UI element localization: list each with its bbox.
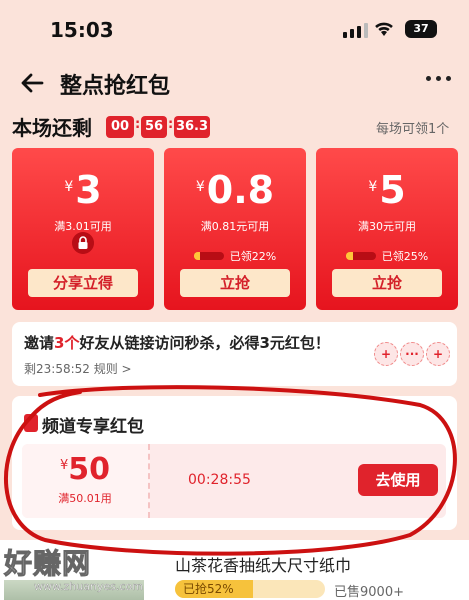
- back-arrow-icon[interactable]: [16, 66, 50, 100]
- invite-text: 邀请3个好友从链接访问秒杀，必得3元红包！: [24, 334, 330, 352]
- lock-icon: [72, 232, 94, 254]
- page-header: 整点抢红包: [0, 60, 469, 108]
- add-friend-slot[interactable]: ···: [400, 342, 424, 366]
- coupon-amount: 50: [68, 452, 111, 487]
- coupon-card-3[interactable]: ¥3 满3.01可用 分享立得: [12, 148, 154, 310]
- channel-badge-icon: [24, 414, 38, 432]
- watermark-text: 好赚网: [3, 547, 92, 581]
- coupon-timer: 00:28:55: [188, 472, 251, 488]
- use-coupon-button[interactable]: 去使用: [358, 464, 438, 496]
- grab-progress-label: 已抢52%: [183, 582, 234, 596]
- status-bar: 15:03 37: [0, 0, 469, 60]
- page-title: 整点抢红包: [60, 74, 171, 99]
- invite-avatar-slots[interactable]: + ··· +: [374, 342, 450, 366]
- session-limit-note: 每场可领1个: [376, 122, 450, 137]
- invite-timer: 剩23:58:52 规则 >: [24, 360, 132, 377]
- more-options-icon[interactable]: [426, 76, 456, 86]
- coupon-card-0-8[interactable]: ¥0.8 满0.81元可用 已领22% 立抢: [164, 148, 306, 310]
- countdown-hours: 00: [106, 116, 134, 138]
- currency-symbol: ¥: [195, 179, 205, 195]
- grab-button[interactable]: 立抢: [180, 269, 290, 297]
- channel-exclusive-panel: 频道专享红包 ¥50 满50.01用 00:28:55 去使用: [12, 396, 457, 530]
- invite-count: 3个: [54, 334, 80, 352]
- wifi-icon: [375, 22, 393, 36]
- claimed-label: 已领22%: [229, 250, 277, 263]
- status-time: 15:03: [50, 18, 114, 42]
- claimed-progress: 已领22%: [164, 248, 306, 264]
- invite-friends-panel[interactable]: 邀请3个好友从链接访问秒杀，必得3元红包！ 剩23:58:52 规则 > + ·…: [12, 322, 457, 386]
- countdown-seconds: 36.3: [174, 116, 210, 138]
- channel-title: 频道专享红包: [42, 417, 144, 437]
- claimed-progress-bar: [345, 252, 376, 260]
- countdown-minutes: 56: [141, 116, 167, 138]
- session-countdown-row: 本场还剩 00 : 56 : 36.3 每场可领1个: [0, 110, 469, 142]
- watermark-url: www.zhuanyes.com: [34, 580, 143, 593]
- currency-symbol: ¥: [64, 179, 74, 195]
- battery-icon: 37: [405, 20, 437, 38]
- coupon-condition: 满50.01用: [58, 492, 112, 505]
- remaining-time: 剩23:58:52: [24, 362, 90, 376]
- coupon-amount: 5: [379, 168, 406, 212]
- channel-coupon-card[interactable]: ¥50 满50.01用 00:28:55 去使用: [22, 444, 446, 518]
- product-title: 山茶花香抽纸大尺寸纸巾: [175, 556, 352, 575]
- session-label: 本场还剩: [12, 116, 92, 140]
- coupon-amount: 3: [75, 168, 102, 212]
- share-to-get-button[interactable]: 分享立得: [28, 269, 138, 297]
- coupon-card-5[interactable]: ¥5 满30元可用 已领25% 立抢: [316, 148, 458, 310]
- currency-symbol: ¥: [368, 179, 378, 195]
- grab-button[interactable]: 立抢: [332, 269, 442, 297]
- coupon-condition: 满0.81元可用: [200, 220, 270, 233]
- claimed-progress: 已领25%: [316, 248, 458, 264]
- claimed-label: 已领25%: [381, 250, 429, 263]
- grab-progress-bar: 已抢52%: [175, 580, 325, 598]
- cellular-signal-icon: [343, 22, 368, 38]
- rules-link[interactable]: 规则 >: [94, 362, 132, 376]
- add-friend-slot[interactable]: +: [426, 342, 450, 366]
- watermark: 好赚网 www.zhuanyes.com: [0, 540, 150, 600]
- coupon-condition: 满30元可用: [358, 220, 416, 233]
- add-friend-slot[interactable]: +: [374, 342, 398, 366]
- claimed-progress-bar: [193, 252, 224, 260]
- coupon-amount: 0.8: [206, 168, 275, 212]
- sold-count: 已售9000+: [334, 585, 404, 600]
